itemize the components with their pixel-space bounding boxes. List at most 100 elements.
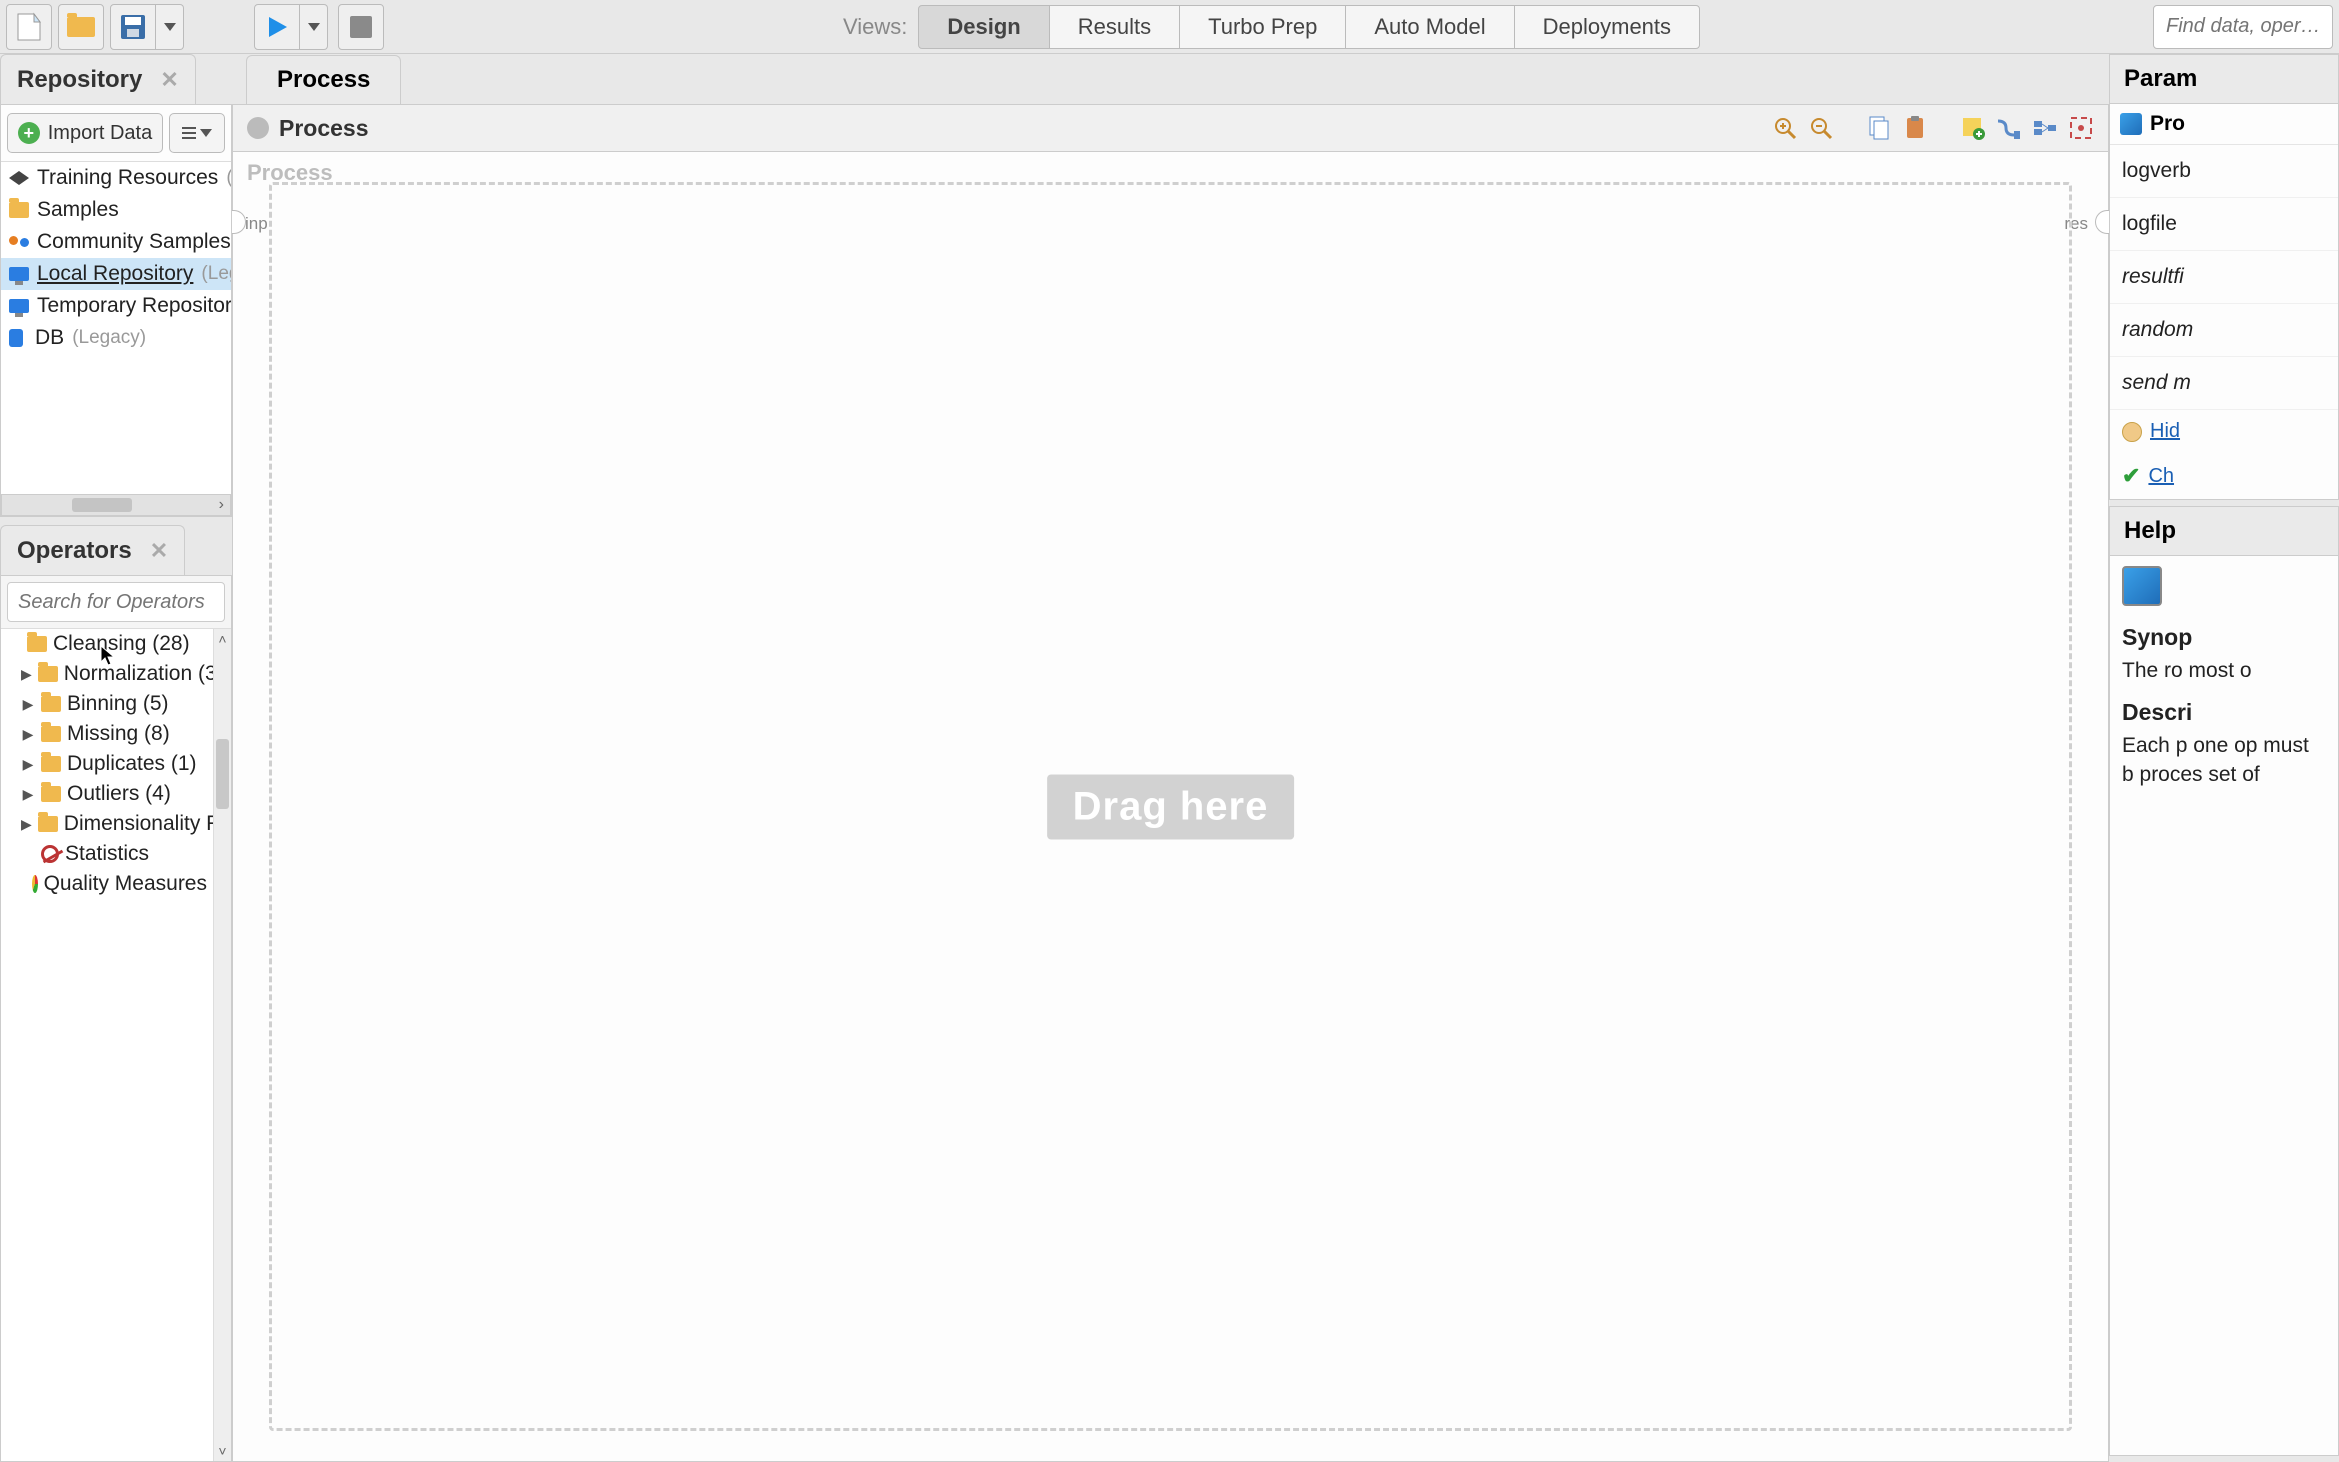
- play-icon: [265, 15, 289, 39]
- tab-auto-model[interactable]: Auto Model: [1345, 5, 1514, 49]
- repo-item-db[interactable]: DB (Legacy): [1, 322, 231, 354]
- copy-button[interactable]: [1866, 115, 1892, 141]
- tab-design[interactable]: Design: [918, 5, 1049, 49]
- breadcrumb-root-icon[interactable]: [247, 117, 269, 139]
- chevron-down-icon: [164, 23, 176, 31]
- operators-search-input[interactable]: [7, 582, 225, 622]
- help-description-heading: Descri: [2122, 699, 2326, 726]
- breadcrumb[interactable]: Process: [279, 115, 369, 142]
- process-canvas[interactable]: Process inp res Drag here: [232, 152, 2109, 1462]
- new-file-button[interactable]: [6, 4, 52, 50]
- global-search[interactable]: [2153, 5, 2333, 49]
- arrange-button[interactable]: [2032, 115, 2058, 141]
- tab-results[interactable]: Results: [1049, 5, 1180, 49]
- operators-panel-close-icon[interactable]: ✕: [132, 538, 168, 564]
- param-send-mail[interactable]: send m: [2110, 357, 2338, 410]
- main-toolbar: Views: Design Results Turbo Prep Auto Mo…: [0, 0, 2339, 54]
- output-port[interactable]: [2095, 210, 2109, 234]
- param-resultfile[interactable]: resultfi: [2110, 251, 2338, 304]
- open-folder-button[interactable]: [58, 4, 104, 50]
- hide-advanced-link[interactable]: Hid: [2150, 420, 2180, 443]
- sticky-note-plus-icon: [1961, 116, 1985, 140]
- param-random-seed[interactable]: random: [2110, 304, 2338, 357]
- scrollbar-thumb[interactable]: [216, 739, 229, 809]
- expander-icon[interactable]: ▶: [21, 786, 35, 803]
- paste-button[interactable]: [1902, 115, 1928, 141]
- zoom-out-button[interactable]: [1808, 115, 1834, 141]
- expander-icon[interactable]: ▶: [21, 696, 35, 713]
- save-split-button: [110, 4, 184, 50]
- help-synopsis-heading: Synop: [2122, 624, 2326, 651]
- fit-view-button[interactable]: [2068, 115, 2094, 141]
- ops-item-duplicates[interactable]: ▶ Duplicates (1): [1, 749, 213, 779]
- monitor-icon: [9, 299, 29, 313]
- add-note-button[interactable]: [1960, 115, 1986, 141]
- drop-zone[interactable]: Drag here: [269, 182, 2072, 1431]
- ops-item-outliers[interactable]: ▶ Outliers (4): [1, 779, 213, 809]
- parameters-panel-tab[interactable]: Param: [2110, 55, 2338, 104]
- import-data-label: Import Data: [48, 122, 152, 145]
- repo-item-community-samples[interactable]: Community Samples (connected: [1, 226, 231, 258]
- zoom-in-icon: [1773, 116, 1797, 140]
- global-search-input[interactable]: [2166, 6, 2320, 48]
- folder-icon: [9, 202, 29, 218]
- plus-circle-icon: +: [18, 122, 40, 144]
- operators-panel-title: Operators: [17, 537, 132, 565]
- repository-panel-close-icon[interactable]: ✕: [142, 67, 178, 93]
- help-process-icon: [2122, 566, 2162, 606]
- quality-pie-icon: [32, 875, 38, 893]
- ops-item-statistics[interactable]: Statistics: [1, 839, 213, 869]
- tab-turbo-prep[interactable]: Turbo Prep: [1179, 5, 1346, 49]
- scrollbar-thumb[interactable]: [72, 498, 132, 512]
- auto-wire-button[interactable]: [1996, 115, 2022, 141]
- expander-icon[interactable]: ▶: [21, 666, 32, 683]
- monitor-icon: [9, 267, 29, 281]
- run-dropdown-button[interactable]: [300, 4, 328, 50]
- compatibility-link[interactable]: Ch: [2148, 465, 2174, 488]
- repository-panel-tab[interactable]: Repository ✕: [0, 54, 196, 104]
- advanced-user-icon: [2122, 422, 2142, 442]
- repository-menu-button[interactable]: [169, 113, 225, 153]
- input-port[interactable]: [232, 210, 246, 234]
- folder-icon: [38, 816, 58, 832]
- repo-item-temporary-repository[interactable]: Temporary Repository (Legacy): [1, 290, 231, 322]
- import-data-button[interactable]: + Import Data: [7, 113, 163, 153]
- input-port-label: inp: [245, 214, 268, 234]
- expander-icon[interactable]: ▶: [21, 816, 32, 833]
- operators-tree: Cleansing (28) ▶ Normalization (3) ▶ Bin…: [1, 628, 231, 1461]
- help-panel-tab[interactable]: Help: [2110, 507, 2338, 556]
- repo-item-training-resources[interactable]: Training Resources (connected: [1, 162, 231, 194]
- repository-horizontal-scrollbar[interactable]: ›: [1, 494, 231, 516]
- ops-item-dimensionality-reduction[interactable]: ▶ Dimensionality Reductio: [1, 809, 213, 839]
- zoom-in-button[interactable]: [1772, 115, 1798, 141]
- compatibility-link-row: ✔ Ch: [2110, 453, 2338, 499]
- ops-item-binning[interactable]: ▶ Binning (5): [1, 689, 213, 719]
- save-button[interactable]: [110, 4, 156, 50]
- process-toolbar: Process: [232, 104, 2109, 152]
- expander-icon[interactable]: ▶: [21, 756, 35, 773]
- no-stats-icon: [41, 845, 59, 863]
- param-logfile[interactable]: logfile: [2110, 198, 2338, 251]
- save-dropdown-button[interactable]: [156, 4, 184, 50]
- hide-advanced-link-row: Hid: [2110, 410, 2338, 453]
- repo-item-local-repository[interactable]: Local Repository (Legacy): [1, 258, 231, 290]
- process-panel-tab[interactable]: Process: [246, 55, 401, 104]
- scroll-right-icon[interactable]: ›: [213, 496, 230, 514]
- operators-vertical-scrollbar[interactable]: ˄ ˅: [213, 629, 231, 1461]
- folder-icon: [27, 636, 47, 652]
- operators-panel-tab[interactable]: Operators ✕: [0, 525, 185, 575]
- stop-button[interactable]: [338, 4, 384, 50]
- run-button[interactable]: [254, 4, 300, 50]
- people-icon: [9, 234, 29, 250]
- ops-item-missing[interactable]: ▶ Missing (8): [1, 719, 213, 749]
- parameters-header-label: Pro: [2150, 112, 2185, 136]
- param-logverbosity[interactable]: logverb: [2110, 145, 2338, 198]
- expander-icon[interactable]: ▶: [21, 726, 35, 743]
- repo-item-samples[interactable]: Samples: [1, 194, 231, 226]
- hamburger-icon: [182, 127, 196, 139]
- save-icon: [119, 13, 147, 41]
- scroll-down-icon[interactable]: ˅: [218, 1441, 226, 1461]
- ops-item-quality-measures[interactable]: Quality Measures: [1, 869, 213, 899]
- scroll-up-icon[interactable]: ˄: [218, 629, 226, 649]
- tab-deployments[interactable]: Deployments: [1514, 5, 1700, 49]
